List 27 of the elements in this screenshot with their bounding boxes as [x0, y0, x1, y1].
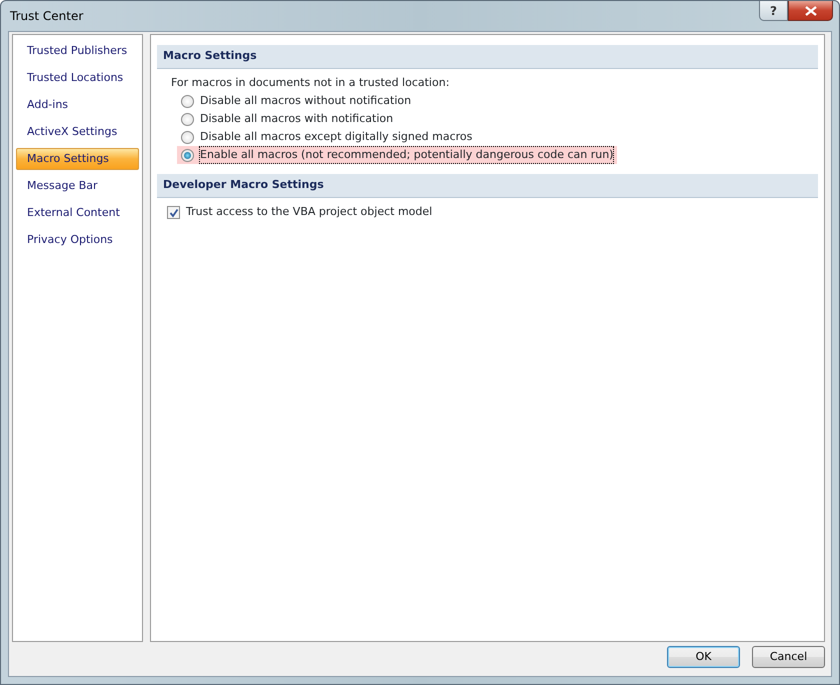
radio-button[interactable] — [181, 94, 194, 108]
sidebar-item[interactable]: External Content — [16, 202, 139, 224]
intro-text: For macros in documents not in a trusted location: — [170, 74, 450, 90]
option-label: Disable all macros without notification — [200, 92, 412, 109]
option-label: Disable all macros except digitally signed macros — [200, 128, 472, 145]
radio-button[interactable] — [181, 148, 194, 162]
ok-button[interactable]: OK — [667, 646, 740, 668]
cancel-button[interactable]: Cancel — [752, 646, 825, 668]
section-header: Developer Macro Settings — [157, 174, 818, 198]
sidebar-item[interactable]: Add-ins — [16, 94, 139, 116]
close-button[interactable] — [788, 1, 833, 21]
window-title: Trust Center — [10, 8, 84, 25]
sidebar-item[interactable]: ActiveX Settings — [16, 121, 139, 143]
close-icon — [804, 6, 816, 16]
sidebar-item[interactable]: Trusted Locations — [16, 67, 139, 89]
radio-button[interactable] — [181, 112, 194, 126]
sidebar-item[interactable]: Message Bar — [16, 175, 139, 197]
sidebar-item[interactable]: Privacy Options — [16, 229, 139, 251]
sidebar-item[interactable]: Macro Settings — [16, 148, 139, 170]
section-header: Macro Settings — [157, 45, 818, 68]
sidebar-item[interactable]: Trusted Publishers — [16, 40, 139, 62]
option-label: Disable all macros with notification — [200, 110, 394, 127]
radio-button[interactable] — [181, 130, 194, 144]
option-label: Trust access to the VBA project object model — [186, 204, 432, 220]
option-label: Enable all macros (not recommended; potentially dangerous code can run) — [200, 146, 614, 164]
help-button[interactable]: ? — [759, 1, 788, 21]
checkbox[interactable] — [167, 206, 180, 219]
